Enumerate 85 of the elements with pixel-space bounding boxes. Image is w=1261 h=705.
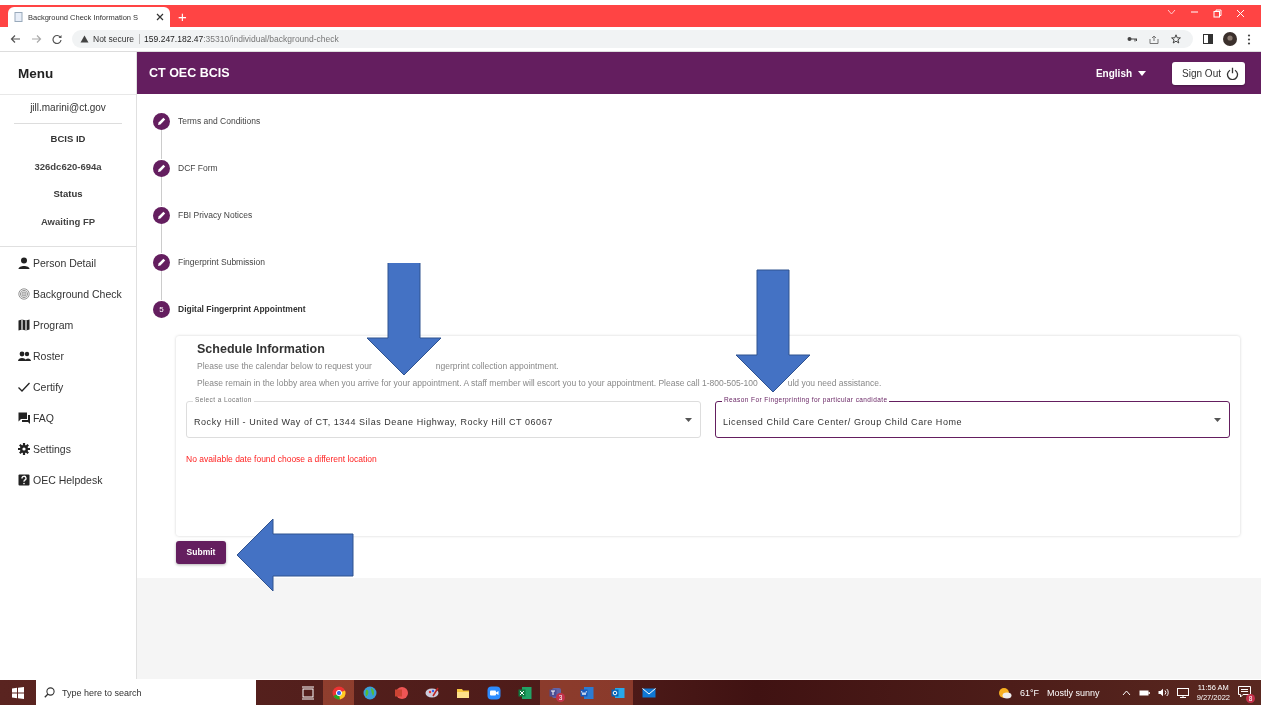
side-panel-icon[interactable] xyxy=(1203,34,1213,44)
close-icon[interactable] xyxy=(156,13,164,21)
settings-icon xyxy=(18,443,31,455)
sidebar-item[interactable]: Background Check xyxy=(18,286,136,302)
globe-icon[interactable] xyxy=(362,685,377,700)
instruction-text: uld you need assistance. xyxy=(787,378,882,388)
language-select[interactable]: English xyxy=(1095,67,1147,79)
user-email: jill.marini@ct.gov xyxy=(14,102,122,124)
menu-title: Menu xyxy=(0,52,136,95)
warning-icon xyxy=(80,35,89,43)
people-icon xyxy=(18,350,31,362)
start-icon[interactable] xyxy=(12,686,24,699)
camera-icon[interactable] xyxy=(486,685,501,700)
error-message: No available date found choose a different location xyxy=(186,454,378,464)
step-label: Terms and Conditions xyxy=(178,116,261,126)
share-icon[interactable] xyxy=(1149,34,1159,44)
sidebar-item[interactable]: OEC Helpdesk xyxy=(18,472,136,488)
app-icon[interactable] xyxy=(393,685,408,700)
chat-icon xyxy=(18,412,31,424)
map-icon xyxy=(18,319,31,331)
check-icon xyxy=(18,381,31,393)
sidebar-item[interactable]: FAQ xyxy=(18,410,136,426)
page-icon xyxy=(14,12,23,22)
chevron-up-icon[interactable] xyxy=(1121,689,1131,696)
network-icon[interactable] xyxy=(1176,687,1189,698)
caret-down-icon xyxy=(1214,417,1221,422)
caret-down-icon xyxy=(1138,70,1147,76)
search-placeholder: Type here to search xyxy=(62,687,142,698)
edit-step-icon xyxy=(153,159,170,177)
instruction-text: Please remain in the lobby area when you arrive for your appointment. A staff member will escort you to your appointment. Please call 1-800-505-100 xyxy=(197,378,758,388)
mail-icon[interactable] xyxy=(641,685,656,700)
app-icon[interactable] xyxy=(331,685,346,700)
sidebar-item[interactable]: Person Detail xyxy=(18,255,136,271)
instruction-text: ngerprint collection appointment. xyxy=(435,361,559,371)
profile-value: Awaiting FP xyxy=(40,216,96,227)
card-title: Schedule Information xyxy=(197,342,326,356)
edit-step-icon xyxy=(153,112,170,130)
task-view-icon[interactable] xyxy=(300,685,315,700)
sidebar-item[interactable]: Program xyxy=(18,317,136,333)
step-number: 5 xyxy=(153,300,170,318)
url-host: 159.247.182.47 xyxy=(144,34,204,44)
step-label: Digital Fingerprint Appointment xyxy=(178,304,306,314)
sidebar-item[interactable]: Certify xyxy=(18,379,136,395)
app-icon[interactable] xyxy=(548,685,563,700)
key-icon[interactable] xyxy=(1127,36,1137,42)
instruction-text: Please use the calendar below to request your xyxy=(197,361,372,371)
sidebar-item[interactable]: Settings xyxy=(18,441,136,457)
profile-label: BCIS ID xyxy=(50,133,86,144)
profile-label: Status xyxy=(53,188,83,199)
address-bar[interactable]: Not secure 159.247.182.47:35310/individual/background-check xyxy=(72,30,1193,48)
spreadsheet-icon[interactable] xyxy=(517,685,532,700)
weather-text: Mostly sunny xyxy=(1047,687,1100,698)
submit-button[interactable]: Submit xyxy=(176,540,226,564)
battery-icon[interactable] xyxy=(1138,689,1150,696)
taskbar-search[interactable]: Type here to search xyxy=(36,680,256,705)
fingerprint-icon xyxy=(18,288,31,300)
step-label: Fingerprint Submission xyxy=(178,257,265,267)
weather-icon[interactable] xyxy=(998,686,1012,699)
profile-value: 326dc620-694a xyxy=(34,161,102,172)
caret-down-icon xyxy=(685,417,692,422)
reload-icon[interactable] xyxy=(52,34,62,44)
restore-icon[interactable] xyxy=(1213,9,1222,18)
back-icon[interactable] xyxy=(10,34,21,44)
volume-icon[interactable] xyxy=(1157,688,1169,697)
security-label: Not secure xyxy=(93,34,141,44)
app-title: CT OEC BCIS xyxy=(149,66,230,80)
star-icon[interactable] xyxy=(1171,34,1181,44)
edit-step-icon xyxy=(153,206,170,224)
notification-icon[interactable] xyxy=(1238,685,1251,698)
sidebar-item[interactable]: Roster xyxy=(18,348,136,364)
search-icon xyxy=(44,687,55,698)
help-icon xyxy=(18,474,31,486)
avatar-icon[interactable] xyxy=(1223,32,1237,46)
step-label: DCF Form xyxy=(178,163,218,173)
app-icon[interactable] xyxy=(424,685,439,700)
person-icon xyxy=(18,257,31,269)
temperature: 61°F xyxy=(1020,687,1040,698)
more-icon[interactable] xyxy=(1247,33,1251,45)
step-label: FBI Privacy Notices xyxy=(178,210,253,220)
mail-app-icon[interactable] xyxy=(610,685,625,700)
edit-step-icon xyxy=(153,253,170,271)
document-icon[interactable] xyxy=(579,685,594,700)
url-path: :35310/individual/background-check xyxy=(203,34,339,44)
power-icon xyxy=(1226,66,1239,80)
sign-out-button[interactable]: Sign Out xyxy=(1172,61,1245,85)
